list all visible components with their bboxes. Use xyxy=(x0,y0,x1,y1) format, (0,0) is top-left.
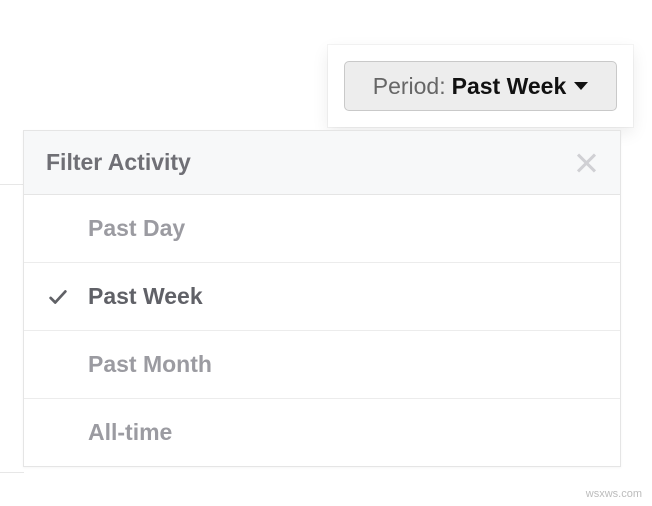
check-icon xyxy=(46,217,70,241)
check-icon xyxy=(46,353,70,377)
period-value: Past Week xyxy=(452,73,567,100)
option-past-day[interactable]: Past Day xyxy=(24,195,620,263)
watermark: wsxws.com xyxy=(586,488,642,500)
close-icon[interactable] xyxy=(574,151,598,175)
period-label: Period: xyxy=(373,73,446,100)
option-all-time[interactable]: All-time xyxy=(24,399,620,466)
option-label: Past Week xyxy=(88,283,203,310)
period-dropdown-button[interactable]: Period: Past Week xyxy=(344,61,617,111)
divider xyxy=(0,184,24,185)
option-label: All-time xyxy=(88,419,172,446)
period-dropdown-container: Period: Past Week xyxy=(328,45,633,127)
divider xyxy=(0,472,24,473)
check-icon xyxy=(46,421,70,445)
option-past-month[interactable]: Past Month xyxy=(24,331,620,399)
panel-header: Filter Activity xyxy=(24,131,620,195)
option-label: Past Day xyxy=(88,215,185,242)
panel-title: Filter Activity xyxy=(46,149,191,176)
option-past-week[interactable]: Past Week xyxy=(24,263,620,331)
chevron-down-icon xyxy=(574,82,588,90)
option-label: Past Month xyxy=(88,351,212,378)
filter-activity-panel: Filter Activity Past Day Past Week Past … xyxy=(23,130,621,467)
check-icon xyxy=(46,285,70,309)
